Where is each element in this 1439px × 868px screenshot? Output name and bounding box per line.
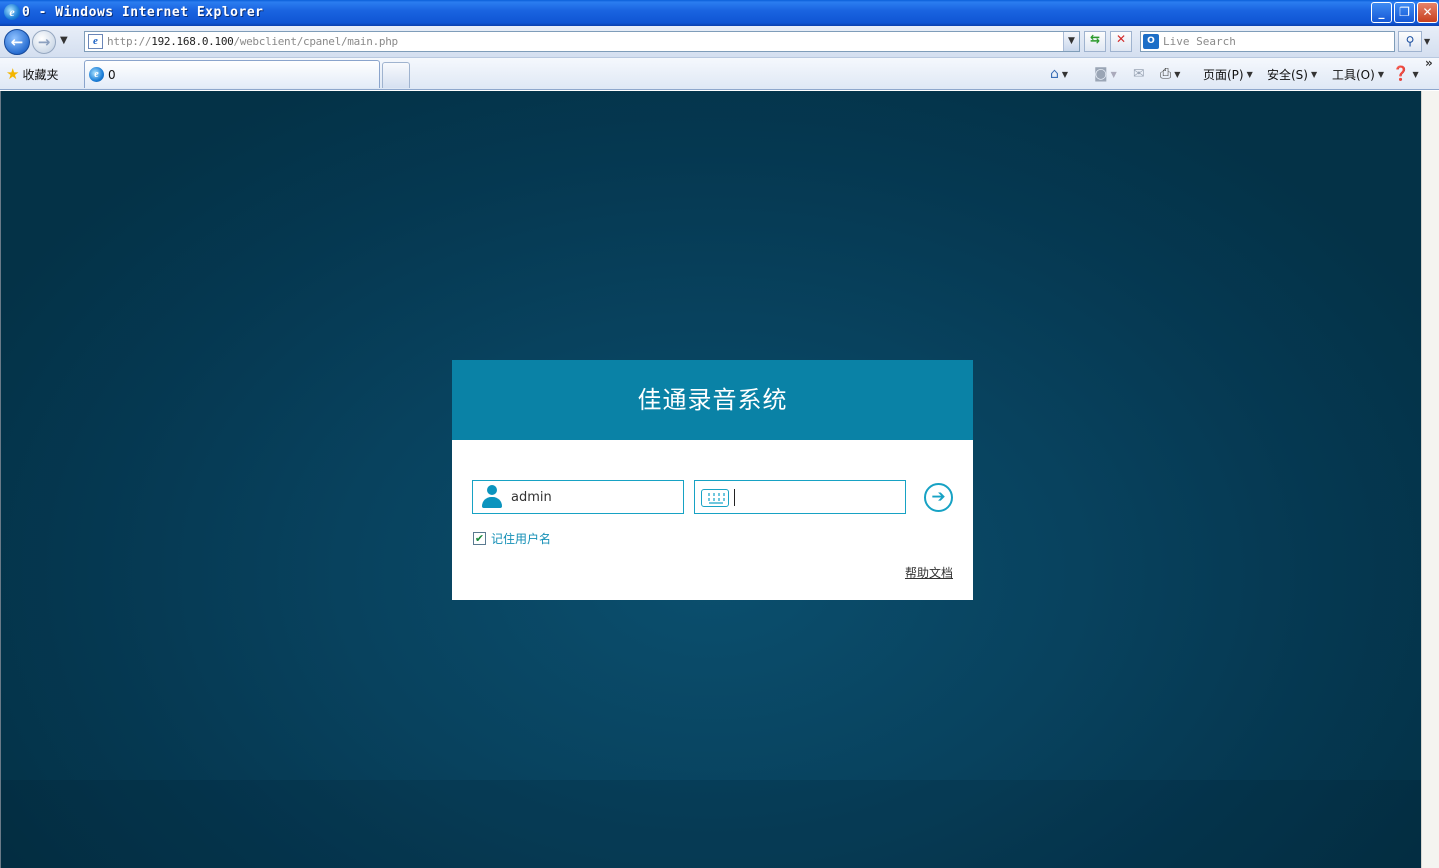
safety-menu[interactable]: 安全(S) ▼ — [1267, 65, 1317, 83]
login-title: 佳通录音系统 — [452, 360, 973, 440]
remember-username-label[interactable]: 记住用户名 — [491, 530, 551, 547]
navigation-bar: ← → ▼ e http://192.168.0.100/webclient/c… — [0, 26, 1439, 58]
live-search-icon: O — [1143, 34, 1159, 49]
password-input[interactable] — [694, 480, 906, 514]
help-button[interactable]: ❓ ▼ — [1392, 65, 1419, 83]
remember-username-checkbox[interactable]: ✔ 记住用户名 — [473, 530, 551, 547]
window-titlebar: e 0 - Windows Internet Explorer _ ❐ ✕ — [0, 0, 1439, 26]
page-footer-band — [1, 780, 1421, 868]
tools-dropdown-icon: ▼ — [1377, 69, 1384, 79]
refresh-icon[interactable]: ⇆ — [1084, 31, 1106, 52]
mail-button[interactable]: ✉ — [1133, 65, 1145, 83]
search-input[interactable]: O Live Search — [1140, 31, 1395, 52]
safety-dropdown-icon: ▼ — [1310, 69, 1318, 79]
toolbar-overflow-icon[interactable]: » — [1425, 56, 1433, 70]
address-input[interactable]: e http://192.168.0.100/webclient/cpanel/… — [84, 31, 1080, 52]
arrow-right-icon[interactable]: ➔ — [924, 483, 953, 512]
help-dropdown-icon: ▼ — [1412, 69, 1419, 79]
help-icon: ❓ — [1392, 66, 1410, 82]
history-dropdown-icon[interactable]: ▼ — [60, 35, 68, 46]
print-button[interactable]: ⎙ ▼ — [1160, 65, 1180, 83]
search-placeholder: Live Search — [1163, 35, 1236, 48]
keyboard-icon[interactable] — [701, 489, 729, 507]
address-dropdown-icon[interactable]: ▼ — [1063, 32, 1079, 51]
star-icon: ★ — [6, 64, 20, 83]
new-tab-button[interactable] — [382, 62, 410, 88]
tab-command-bar: ★ 收藏夹 e 0 ⌂ ▼ ◙ ▼ ✉ ⎙ ▼ 页面(P) ▼ 安全(S) ▼ 工具(O)… — [0, 58, 1439, 90]
page-icon: e — [88, 34, 103, 49]
window-title: 0 - Windows Internet Explorer — [22, 5, 264, 20]
maximize-button[interactable]: ❐ — [1394, 2, 1415, 23]
feed-icon: ◙ — [1094, 66, 1108, 82]
stop-icon[interactable]: ✕ — [1110, 31, 1132, 52]
home-icon: ⌂ — [1050, 66, 1059, 82]
tab-label: 0 — [108, 67, 116, 82]
feed-dropdown-icon: ▼ — [1110, 69, 1117, 79]
favorites-button[interactable]: ★ 收藏夹 — [6, 65, 58, 83]
checkbox-box[interactable]: ✔ — [473, 532, 486, 545]
search-icon[interactable]: ⚲ — [1398, 31, 1422, 52]
home-dropdown-icon: ▼ — [1061, 69, 1069, 79]
page-dropdown-icon: ▼ — [1246, 69, 1253, 79]
user-icon — [481, 485, 503, 509]
help-docs-link[interactable]: 帮助文档 — [905, 564, 953, 581]
feeds-button[interactable]: ◙ ▼ — [1094, 65, 1117, 83]
safety-menu-label: 安全(S) — [1267, 67, 1308, 82]
forward-arrow-icon[interactable]: → — [32, 30, 56, 54]
vertical-scrollbar[interactable] — [1421, 91, 1439, 868]
user-icon-head — [487, 485, 497, 495]
print-dropdown-icon: ▼ — [1174, 69, 1181, 79]
url-host: 192.168.0.100 — [151, 35, 234, 48]
page-viewport: 佳通录音系统 admin ➔ ✔ 记住用户名 帮助文档 — [0, 91, 1421, 868]
back-arrow-icon[interactable]: ← — [4, 29, 30, 55]
tools-menu-label: 工具(O) — [1332, 67, 1375, 82]
page-menu[interactable]: 页面(P) ▼ — [1203, 65, 1253, 83]
username-value: admin — [511, 490, 552, 505]
ie-page-icon: e — [89, 67, 104, 82]
close-button[interactable]: ✕ — [1417, 2, 1438, 23]
text-caret — [734, 489, 735, 506]
url-prefix: http:// — [107, 35, 152, 48]
print-icon: ⎙ — [1160, 66, 1172, 82]
search-options-icon[interactable]: ▼ — [1424, 37, 1430, 46]
url-path: /webclient/cpanel/main.php — [233, 35, 398, 48]
url-text: http://192.168.0.100/webclient/cpanel/ma… — [107, 35, 398, 48]
home-button[interactable]: ⌂ ▼ — [1050, 65, 1068, 83]
page-menu-label: 页面(P) — [1203, 67, 1244, 82]
tab-current[interactable]: e 0 — [84, 60, 380, 88]
minimize-button[interactable]: _ — [1371, 2, 1392, 23]
login-panel: 佳通录音系统 admin ➔ ✔ 记住用户名 帮助文档 — [452, 360, 973, 600]
favorites-label: 收藏夹 — [22, 67, 59, 82]
username-input[interactable]: admin — [472, 480, 684, 514]
mail-icon: ✉ — [1133, 66, 1145, 82]
user-icon-body — [482, 497, 502, 508]
tools-menu[interactable]: 工具(O) ▼ — [1332, 65, 1384, 83]
ie-logo-icon: e — [4, 4, 20, 20]
